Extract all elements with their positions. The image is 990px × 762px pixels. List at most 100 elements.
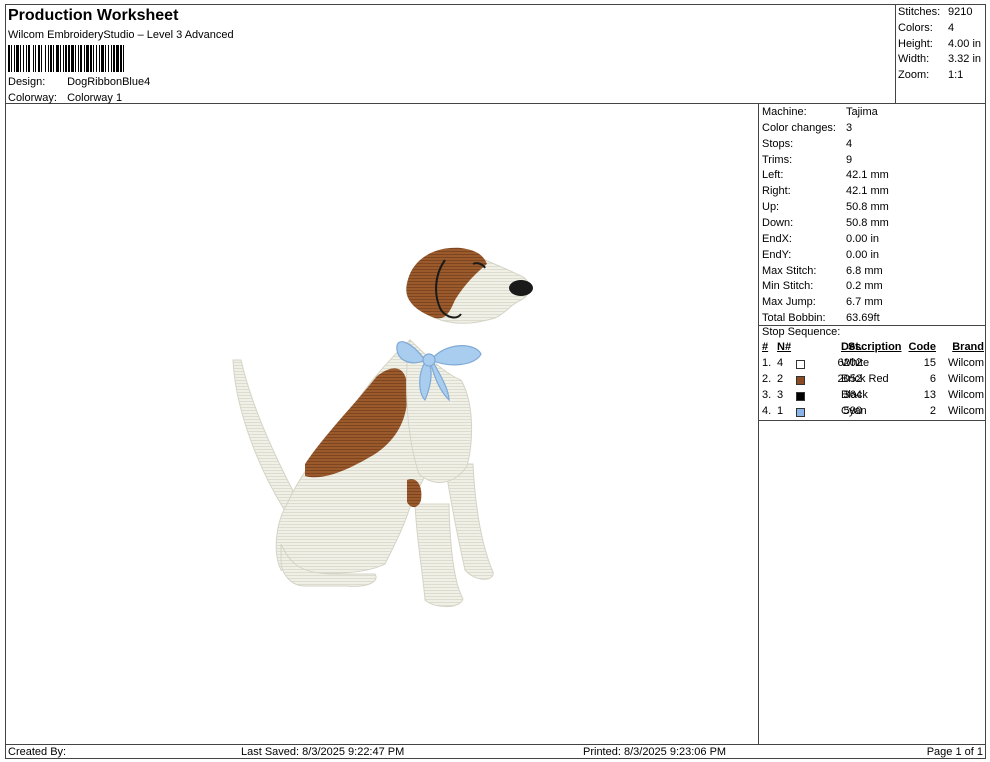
color-swatch [796, 376, 805, 385]
stat-label: Stitches: [898, 6, 941, 18]
table-row: 1. 4 6202 White 15 Wilcom [759, 357, 986, 372]
row-brand: Wilcom [947, 389, 984, 401]
divider [759, 420, 986, 421]
row-description: Black [841, 389, 868, 401]
stat-width: Width: 3.32 in [898, 53, 981, 65]
info-down: Down: 50.8 mm [762, 217, 889, 229]
row-brand: Wilcom [947, 357, 984, 369]
col-header-code: Code [908, 341, 937, 353]
info-label: Min Stitch: [762, 280, 814, 292]
info-trims: Trims: 9 [762, 154, 852, 166]
info-label: EndY: [762, 249, 792, 261]
row-description: Brick Red [841, 373, 889, 385]
info-value: 6.7 mm [846, 296, 883, 308]
stop-sequence-header: # N# St. Description Code Brand [759, 341, 986, 356]
row-description: White [841, 357, 870, 369]
stat-label: Colors: [898, 22, 933, 34]
row-index: 1. [762, 357, 772, 369]
info-label: Up: [762, 201, 780, 213]
table-row: 2. 2 2052 Brick Red 6 Wilcom [759, 373, 986, 388]
machine-info-panel: Machine: Tajima Color changes: 3 Stops: 4 T… [759, 104, 986, 744]
barcode-image [8, 45, 124, 72]
stat-value: 4 [948, 22, 955, 34]
info-value: 0.00 in [846, 233, 880, 245]
design-row: Design: DogRibbonBlue4 [8, 76, 150, 88]
info-value: 42.1 mm [846, 169, 889, 181]
colorway-label: Colorway: [8, 92, 57, 104]
stat-value: 3.32 in [948, 53, 982, 65]
info-color-changes: Color changes: 3 [762, 122, 852, 134]
info-value: 42.1 mm [846, 185, 889, 197]
stat-height: Height: 4.00 in [898, 38, 981, 50]
design-label: Design: [8, 76, 46, 88]
info-min-stitch: Min Stitch: 0.2 mm [762, 280, 883, 292]
design-stats-box: Stitches: 9210 Colors: 4 Height: 4.00 in Wi… [895, 4, 986, 104]
info-endx: EndX: 0.00 in [762, 233, 879, 245]
info-label: EndX: [762, 233, 792, 245]
design-value: DogRibbonBlue4 [67, 76, 151, 88]
info-label: Total Bobbin: [762, 312, 826, 324]
info-max-jump: Max Jump: 6.7 mm [762, 296, 883, 308]
info-value: 6.8 mm [846, 265, 883, 277]
stat-value: 9210 [948, 6, 973, 18]
worksheet-header: Production Worksheet Wilcom EmbroiderySt… [5, 4, 895, 104]
info-value: 63.69ft [846, 312, 880, 324]
last-saved: Last Saved: 8/3/2025 9:22:47 PM [241, 746, 405, 758]
info-value: 4 [846, 138, 853, 150]
stat-stitches: Stitches: 9210 [898, 6, 972, 18]
info-stops: Stops: 4 [762, 138, 852, 150]
worksheet-footer: Created By: Last Saved: 8/3/2025 9:22:47… [5, 744, 986, 759]
row-index: 3. [762, 389, 772, 401]
stat-value: 1:1 [948, 69, 964, 81]
info-right: Right: 42.1 mm [762, 185, 889, 197]
info-up: Up: 50.8 mm [762, 201, 889, 213]
table-row: 4. 1 590 Cyan 2 Wilcom [759, 405, 986, 420]
info-endy: EndY: 0.00 in [762, 249, 879, 261]
info-label: Max Jump: [762, 296, 816, 308]
info-left: Left: 42.1 mm [762, 169, 889, 181]
info-max-stitch: Max Stitch: 6.8 mm [762, 265, 883, 277]
col-header-index: # [762, 341, 769, 353]
info-value: 9 [846, 154, 853, 166]
stat-value: 4.00 in [948, 38, 982, 50]
info-label: Max Stitch: [762, 265, 817, 277]
color-swatch [796, 360, 805, 369]
info-label: Right: [762, 185, 791, 197]
info-label: Trims: [762, 154, 793, 166]
color-swatch [796, 392, 805, 401]
info-total-bobbin: Total Bobbin: 63.69ft [762, 312, 880, 324]
row-needle: 1 [777, 405, 784, 417]
col-header-needle: N# [777, 341, 792, 353]
stop-sequence-title: Stop Sequence: [762, 326, 841, 338]
info-label: Stops: [762, 138, 794, 150]
row-code: 6 [929, 373, 936, 385]
row-brand: Wilcom [947, 373, 984, 385]
row-needle: 3 [777, 389, 784, 401]
software-subtitle: Wilcom EmbroideryStudio – Level 3 Advanc… [8, 29, 234, 41]
page-title: Production Worksheet [8, 7, 179, 24]
info-value: 3 [846, 122, 853, 134]
created-by: Created By: [8, 746, 67, 758]
stat-zoom: Zoom: 1:1 [898, 69, 963, 81]
info-label: Left: [762, 169, 784, 181]
info-label: Machine: [762, 106, 807, 118]
page-number: Page 1 of 1 [926, 746, 983, 758]
colorway-value: Colorway 1 [67, 92, 123, 104]
row-needle: 2 [777, 373, 784, 385]
col-header-brand: Brand [952, 341, 984, 353]
info-value: 0.2 mm [846, 280, 883, 292]
color-swatch [796, 408, 805, 417]
row-code: 13 [923, 389, 936, 401]
info-label: Down: [762, 217, 794, 229]
stat-colors: Colors: 4 [898, 22, 954, 34]
info-machine: Machine: Tajima [762, 106, 878, 118]
row-needle: 4 [777, 357, 784, 369]
dog-nose [509, 280, 533, 296]
row-code: 2 [929, 405, 936, 417]
stat-label: Width: [898, 53, 930, 65]
colorway-row: Colorway: Colorway 1 [8, 92, 122, 104]
row-index: 2. [762, 373, 772, 385]
row-brand: Wilcom [947, 405, 984, 417]
info-value: Tajima [846, 106, 878, 118]
printed-date: Printed: 8/3/2025 9:23:06 PM [583, 746, 727, 758]
